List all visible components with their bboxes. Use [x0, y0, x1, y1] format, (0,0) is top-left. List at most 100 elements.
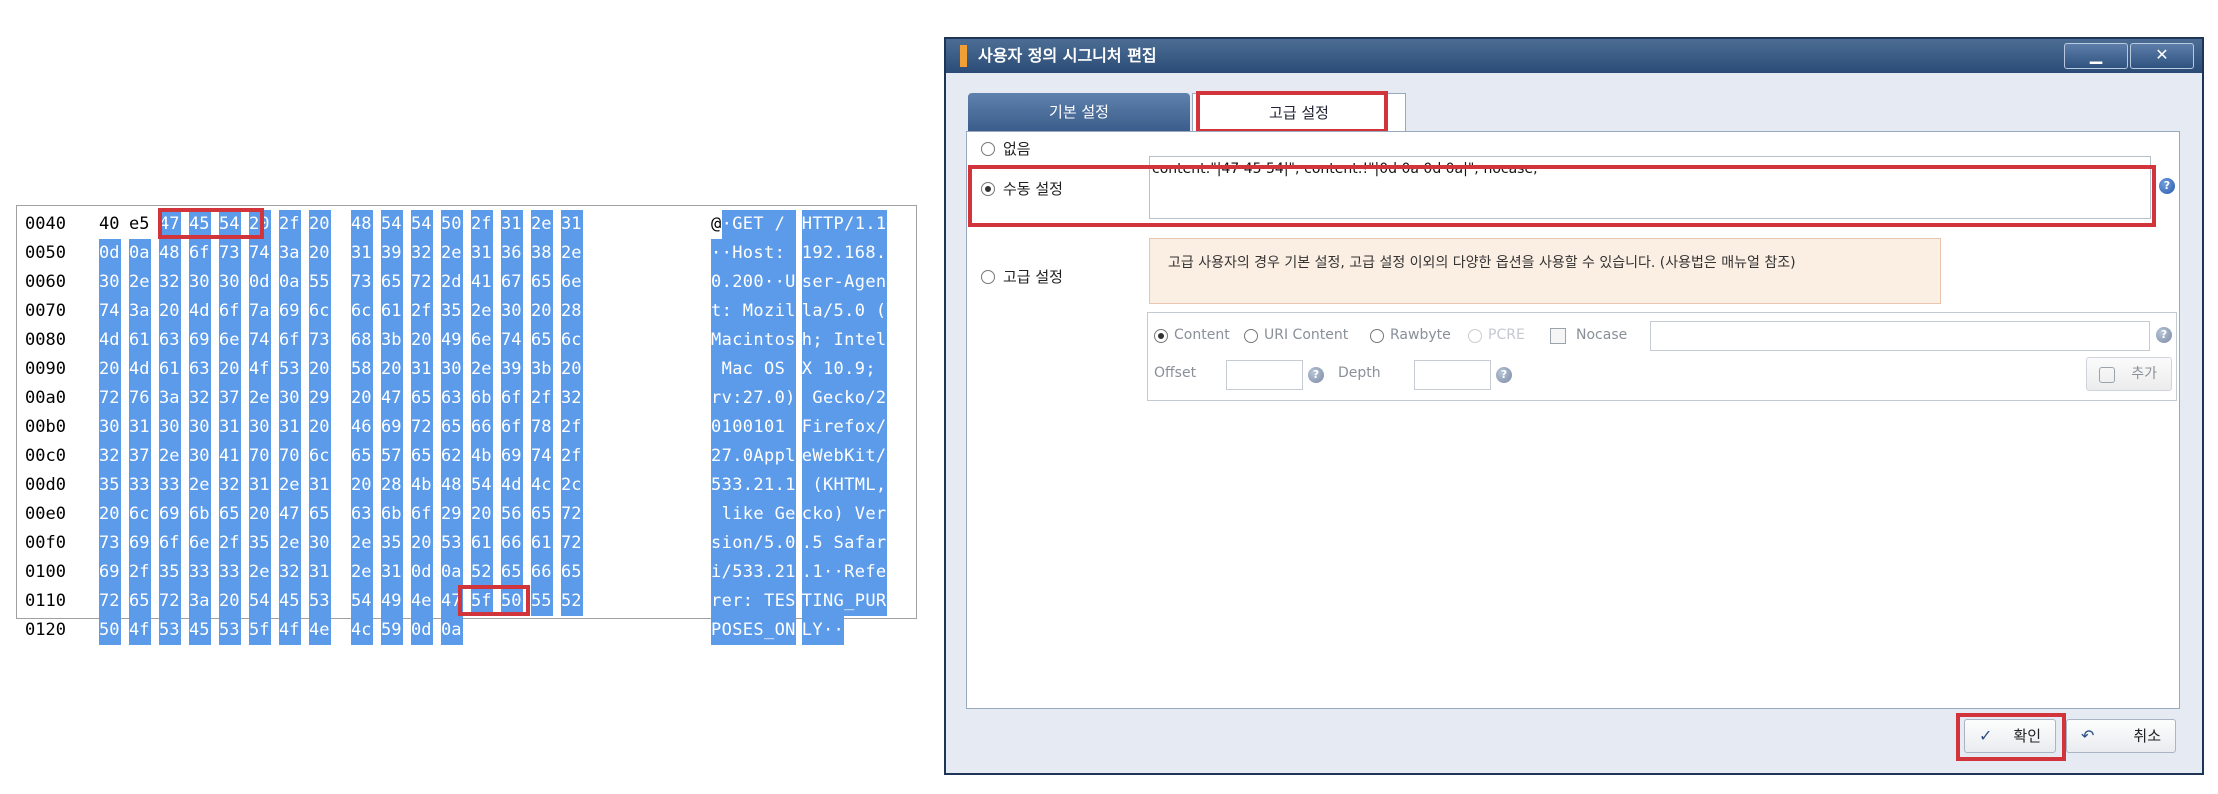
hex-byte[interactable]: 29 — [441, 500, 463, 529]
ascii-char[interactable]: i — [711, 558, 722, 587]
ascii-char[interactable]: · — [763, 268, 775, 297]
ascii-char[interactable] — [801, 384, 813, 413]
ascii-char[interactable]: t — [865, 442, 876, 471]
hex-byte[interactable]: 0a — [441, 616, 463, 645]
ascii-char[interactable]: T — [812, 210, 823, 239]
hex-byte[interactable]: 54 — [411, 210, 433, 239]
hex-byte[interactable]: 4d — [99, 326, 121, 355]
ascii-char[interactable]: M — [742, 297, 754, 326]
ascii-char[interactable]: T — [763, 587, 775, 616]
ascii-char[interactable]: a — [865, 529, 876, 558]
ascii-char[interactable]: i — [732, 500, 743, 529]
hex-byte[interactable]: 38 — [531, 239, 553, 268]
ascii-char[interactable]: e — [812, 268, 823, 297]
hex-byte[interactable]: 5f — [471, 587, 493, 616]
hex-byte[interactable]: 0a — [441, 558, 463, 587]
tab-advanced-settings[interactable]: 고급 설정 — [1192, 93, 1406, 131]
hex-byte[interactable]: 33 — [159, 471, 181, 500]
hex-byte[interactable]: 2e — [471, 355, 493, 384]
ascii-char[interactable]: · — [833, 558, 845, 587]
hex-byte[interactable]: 6c — [309, 297, 331, 326]
ascii-char[interactable]: o — [774, 326, 786, 355]
hex-byte[interactable]: 6b — [189, 500, 211, 529]
ascii-char[interactable]: · — [711, 239, 722, 268]
ascii-char[interactable] — [732, 297, 743, 326]
hex-byte[interactable]: 63 — [189, 355, 211, 384]
ascii-char[interactable]: n — [753, 326, 764, 355]
hex-byte[interactable]: 69 — [129, 529, 151, 558]
hex-byte[interactable]: 6f — [501, 384, 523, 413]
hex-byte[interactable]: 48 — [159, 239, 181, 268]
hex-byte[interactable]: 65 — [219, 500, 241, 529]
hex-byte[interactable]: 65 — [381, 268, 403, 297]
hex-byte[interactable]: 30 — [309, 529, 331, 558]
ascii-char[interactable] — [711, 500, 722, 529]
hex-byte[interactable]: 20 — [381, 355, 403, 384]
hex-byte[interactable]: 73 — [219, 239, 241, 268]
ascii-char[interactable]: r — [822, 268, 834, 297]
hex-byte[interactable]: 2f — [561, 442, 583, 471]
hex-byte[interactable]: 37 — [219, 384, 241, 413]
ascii-char[interactable]: 6 — [854, 239, 866, 268]
hex-byte[interactable]: 20 — [219, 587, 241, 616]
hex-byte[interactable]: 73 — [351, 268, 373, 297]
ascii-char[interactable] — [822, 529, 834, 558]
ascii-char[interactable]: / — [844, 210, 855, 239]
hex-byte[interactable]: 2e — [159, 442, 181, 471]
ascii-char[interactable]: 0 — [711, 413, 722, 442]
ascii-char[interactable]: N — [822, 587, 834, 616]
hex-byte[interactable]: 3a — [159, 384, 181, 413]
hex-byte[interactable]: 6f — [411, 500, 433, 529]
hex-byte[interactable]: 31 — [309, 471, 331, 500]
hex-byte[interactable]: 6e — [219, 326, 241, 355]
ascii-char[interactable]: . — [801, 529, 813, 558]
ascii-char[interactable]: 2 — [732, 268, 743, 297]
depth-help-icon[interactable]: ? — [1496, 367, 1512, 383]
ascii-char[interactable]: . — [721, 268, 733, 297]
hex-byte[interactable]: 53 — [441, 529, 463, 558]
ascii-char[interactable] — [801, 471, 813, 500]
ascii-char[interactable]: G — [812, 384, 823, 413]
hex-byte[interactable]: 54 — [471, 471, 493, 500]
hex-byte[interactable]: 2e — [249, 384, 271, 413]
ascii-char[interactable]: L — [865, 471, 876, 500]
ascii-char[interactable]: 7 — [721, 442, 733, 471]
ascii-char[interactable]: e — [865, 500, 876, 529]
ascii-char[interactable]: r — [822, 413, 834, 442]
hex-byte[interactable]: 47 — [441, 587, 463, 616]
hex-byte[interactable]: 65 — [351, 442, 373, 471]
ascii-char[interactable]: G — [732, 210, 743, 239]
hex-byte[interactable]: 20 — [219, 355, 241, 384]
hex-byte[interactable]: 3a — [279, 239, 301, 268]
ascii-char[interactable]: T — [844, 471, 855, 500]
hex-byte[interactable]: 20 — [309, 239, 331, 268]
hex-byte[interactable]: 28 — [381, 471, 403, 500]
ascii-char[interactable]: . — [774, 529, 786, 558]
ascii-char[interactable]: / — [721, 558, 733, 587]
ascii-char[interactable]: 3 — [721, 471, 733, 500]
ascii-char[interactable]: I — [833, 326, 845, 355]
ascii-char[interactable]: a — [732, 355, 743, 384]
ascii-char[interactable]: 0 — [711, 268, 722, 297]
hex-byte[interactable]: 28 — [561, 297, 583, 326]
radio-manual[interactable] — [981, 182, 995, 196]
hex-byte[interactable]: 65 — [531, 326, 553, 355]
hex-byte[interactable]: 30 — [189, 442, 211, 471]
ascii-char[interactable]: c — [801, 500, 813, 529]
ascii-char[interactable] — [785, 355, 796, 384]
ascii-char[interactable]: l — [801, 297, 813, 326]
hex-byte[interactable]: 55 — [309, 268, 331, 297]
ascii-char[interactable]: 0 — [753, 268, 764, 297]
ascii-char[interactable]: o — [742, 239, 754, 268]
ascii-char[interactable] — [711, 355, 722, 384]
ascii-char[interactable]: f — [844, 413, 855, 442]
hex-byte[interactable]: 54 — [249, 587, 271, 616]
ascii-char[interactable]: 0 — [774, 384, 786, 413]
hex-byte[interactable]: 50 — [501, 587, 523, 616]
ascii-char[interactable]: / — [875, 442, 887, 471]
hex-byte[interactable]: 72 — [561, 500, 583, 529]
hex-byte[interactable]: 36 — [501, 239, 523, 268]
ascii-char[interactable]: 5 — [763, 529, 775, 558]
ascii-char[interactable]: h — [801, 326, 813, 355]
ascii-char[interactable]: 1 — [785, 471, 796, 500]
